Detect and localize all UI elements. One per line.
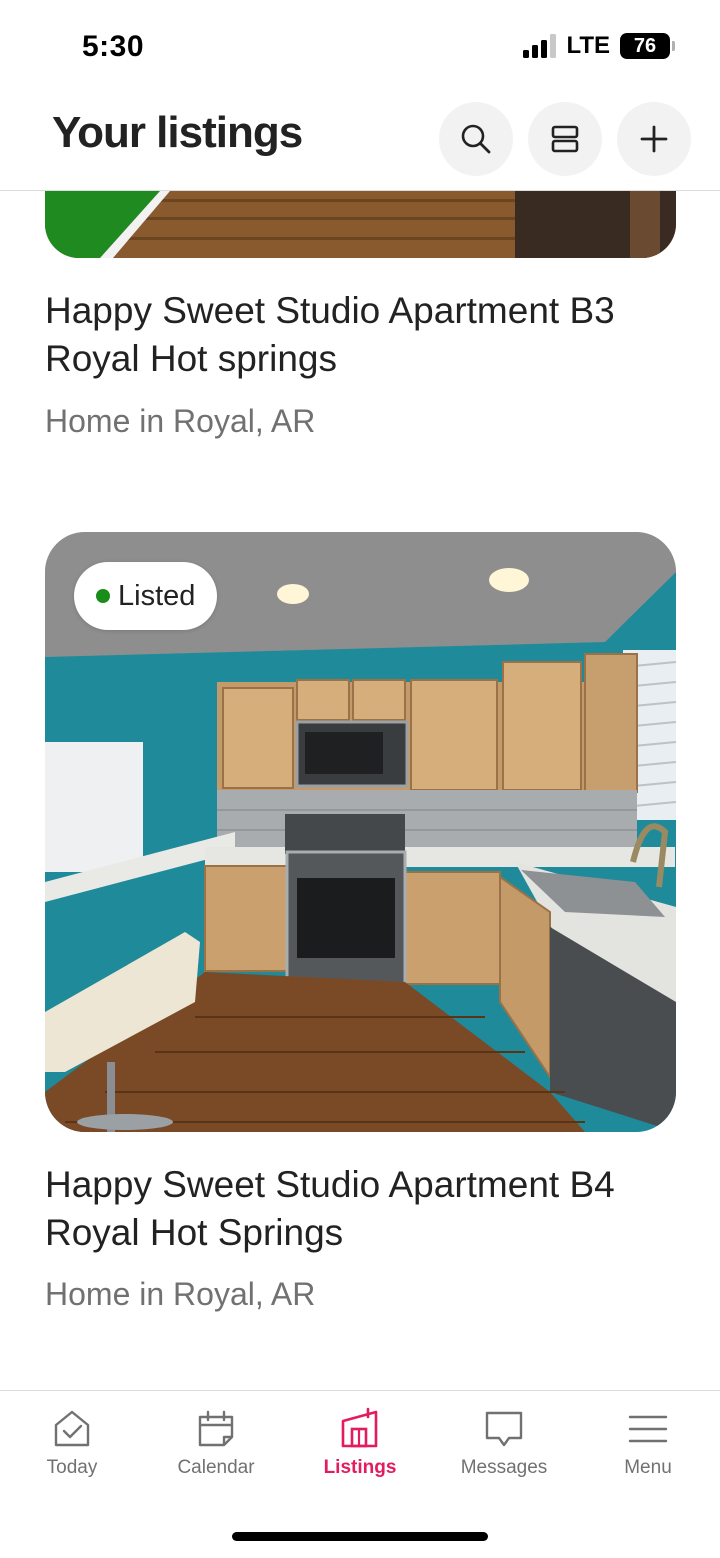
listing-title[interactable]: Happy Sweet Studio Apartment B3 Royal Ho… [45,287,665,383]
network-type: LTE [566,32,610,59]
listing-subtitle: Home in Royal, AR [45,1276,316,1312]
tab-label: Listings [323,1457,397,1478]
search-button[interactable] [439,102,513,176]
today-icon [54,1410,90,1447]
battery-icon: 76 [620,33,675,59]
tab-messages[interactable]: Messages [432,1391,576,1491]
signal-icon [523,34,557,58]
plus-icon [640,125,668,153]
listing-title[interactable]: Happy Sweet Studio Apartment B4 Royal Ho… [45,1161,665,1257]
status-indicators: LTE 76 [523,32,675,60]
listings-icon [341,1407,378,1448]
calendar-icon [198,1410,234,1447]
messages-icon [485,1411,523,1447]
tab-label: Today [46,1457,98,1478]
status-badge: Listed [74,562,218,630]
status-bar: 5:30 LTE 76 [0,0,720,92]
search-icon [461,124,491,154]
listing-subtitle: Home in Royal, AR [45,403,316,439]
stacked-view-icon [551,125,579,153]
home-indicator[interactable] [232,1532,488,1541]
add-listing-button[interactable] [617,102,691,176]
tab-label: Messages [460,1457,548,1478]
status-badge-label: Listed [118,579,196,612]
tab-today[interactable]: Today [0,1391,144,1491]
view-toggle-button[interactable] [528,102,602,176]
tab-menu[interactable]: Menu [576,1391,720,1491]
tab-listings[interactable]: Listings [288,1391,432,1491]
tab-label: Calendar [177,1457,255,1478]
tab-calendar[interactable]: Calendar [144,1391,288,1491]
listing-photo[interactable] [45,191,676,258]
listed-status-dot [96,589,110,603]
listing-photo[interactable]: Listed [45,532,676,1132]
listing-photo-image [45,191,676,258]
listings-scroll-area[interactable]: Happy Sweet Studio Apartment B3 Royal Ho… [0,191,720,1390]
menu-icon [628,1415,668,1443]
status-time: 5:30 [82,30,145,63]
tab-label: Menu [624,1457,672,1478]
page-title: Your listings [52,108,303,157]
header: Your listings [0,92,720,191]
battery-level: 76 [633,34,657,57]
